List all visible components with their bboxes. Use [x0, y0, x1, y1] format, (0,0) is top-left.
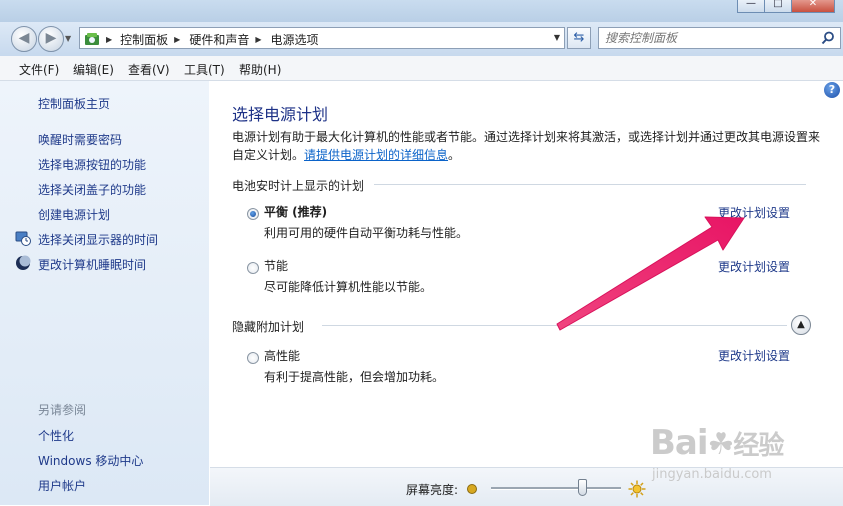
battery-meter-plans-heading: 电池安时计上显示的计划 — [232, 179, 365, 193]
minimize-button[interactable]: — — [737, 0, 765, 13]
plan-desc-high-performance: 有利于提高性能，但会增加功耗。 — [264, 370, 445, 384]
collapse-chevron-icon[interactable]: ▲ — [791, 315, 811, 335]
title-bar: — □ ✕ — [0, 0, 843, 22]
group-divider — [374, 184, 806, 185]
forward-arrow-icon: ▶ — [45, 30, 57, 46]
search-icon[interactable] — [821, 31, 835, 45]
window-controls: — □ ✕ — [737, 0, 835, 13]
breadcrumb-separator-icon[interactable]: ▶ — [106, 35, 112, 44]
close-button[interactable]: ✕ — [791, 0, 835, 13]
breadcrumb-separator-icon[interactable]: ▶ — [255, 35, 261, 44]
sidebar-item-display-off[interactable]: 选择关闭显示器的时间 — [38, 231, 158, 248]
menu-file[interactable]: 文件(F) — [19, 61, 59, 78]
change-plan-settings-power-saver[interactable]: 更改计划设置 — [718, 258, 790, 275]
menu-edit[interactable]: 编辑(E) — [73, 61, 114, 78]
see-also-heading: 另请参阅 — [38, 403, 87, 417]
sidebar-item-wake-password[interactable]: 唤醒时需要密码 — [38, 131, 122, 148]
plan-info-link[interactable]: 请提供电源计划的详细信息 — [304, 148, 448, 162]
sidebar-item-sleep-time[interactable]: 更改计算机睡眠时间 — [38, 256, 146, 273]
plan-desc-balanced: 利用可用的硬件自动平衡功耗与性能。 — [264, 226, 469, 240]
back-button[interactable]: ◀ — [11, 26, 37, 52]
see-also-mobility-center[interactable]: Windows 移动中心 — [38, 452, 143, 469]
help-icon[interactable]: ? — [824, 82, 840, 98]
plan-radio-high-performance[interactable] — [247, 352, 259, 364]
breadcrumb-control-panel[interactable]: 控制面板 — [120, 31, 168, 48]
recent-pages-dropdown[interactable]: ▼ — [65, 34, 71, 43]
main-content: ? 选择电源计划 电源计划有助于最大化计算机的性能或者节能。通过选择计划来将其激… — [210, 81, 843, 506]
search-box — [598, 27, 841, 49]
change-plan-settings-balanced[interactable]: 更改计划设置 — [718, 204, 790, 221]
see-also-personalization[interactable]: 个性化 — [38, 427, 74, 444]
control-panel-home-link[interactable]: 控制面板主页 — [38, 95, 110, 112]
address-bar[interactable]: ▶ 控制面板 ▶ 硬件和声音 ▶ 电源选项 ▼ — [79, 27, 565, 49]
page-description: 电源计划有助于最大化计算机的性能或者节能。通过选择计划来将其激活，或选择计划并通… — [232, 128, 822, 164]
plan-radio-power-saver[interactable] — [247, 262, 259, 274]
plan-radio-balanced[interactable] — [247, 208, 259, 220]
moon-icon — [16, 255, 31, 270]
forward-button[interactable]: ▶ — [38, 26, 64, 52]
plan-name-power-saver[interactable]: 节能 — [264, 257, 288, 274]
address-dropdown-icon[interactable]: ▼ — [554, 33, 560, 42]
back-arrow-icon: ◀ — [18, 30, 30, 46]
menu-view[interactable]: 查看(V) — [128, 61, 170, 78]
breadcrumb-power-options[interactable]: 电源选项 — [271, 31, 319, 48]
change-plan-settings-high-performance[interactable]: 更改计划设置 — [718, 347, 790, 364]
task-pane: 控制面板主页 唤醒时需要密码 选择电源按钮的功能 选择关闭盖子的功能 创建电源计… — [0, 81, 209, 505]
menu-tools[interactable]: 工具(T) — [184, 61, 225, 78]
description-suffix: 。 — [448, 148, 461, 162]
sidebar-item-create-plan[interactable]: 创建电源计划 — [38, 206, 110, 223]
plan-desc-power-saver: 尽可能降低计算机性能以节能。 — [264, 280, 433, 294]
breadcrumb-hardware-sound[interactable]: 硬件和声音 — [189, 31, 249, 48]
brightness-slider-track[interactable] — [491, 487, 621, 490]
group-divider — [322, 325, 787, 326]
brightness-slider-thumb[interactable] — [578, 479, 587, 496]
brightness-high-icon — [628, 480, 646, 498]
page-title: 选择电源计划 — [232, 105, 329, 124]
hidden-plans-heading: 隐藏附加计划 — [232, 320, 305, 334]
refresh-icon: ⇆ — [573, 30, 585, 45]
brightness-low-icon — [467, 484, 477, 494]
control-panel-icon — [85, 33, 99, 45]
plan-name-balanced[interactable]: 平衡 (推荐) — [264, 203, 327, 220]
plan-name-high-performance[interactable]: 高性能 — [264, 347, 300, 364]
maximize-button[interactable]: □ — [764, 0, 792, 13]
search-input[interactable] — [605, 30, 805, 46]
see-also-user-accounts[interactable]: 用户帐户 — [38, 477, 86, 494]
refresh-button[interactable]: ⇆ — [567, 27, 591, 49]
brightness-label: 屏幕亮度: — [406, 483, 459, 497]
navigation-bar: ◀ ▶ ▼ ▶ 控制面板 ▶ 硬件和声音 ▶ 电源选项 ▼ ⇆ — [0, 22, 843, 56]
display-clock-icon — [15, 231, 31, 246]
brightness-bar: 屏幕亮度: — [210, 467, 843, 506]
sidebar-item-lid-close[interactable]: 选择关闭盖子的功能 — [38, 181, 146, 198]
menu-help[interactable]: 帮助(H) — [239, 61, 281, 78]
sidebar-item-power-button[interactable]: 选择电源按钮的功能 — [38, 156, 146, 173]
menu-bar: 文件(F) 编辑(E) 查看(V) 工具(T) 帮助(H) — [0, 56, 843, 81]
breadcrumb-separator-icon[interactable]: ▶ — [174, 35, 180, 44]
